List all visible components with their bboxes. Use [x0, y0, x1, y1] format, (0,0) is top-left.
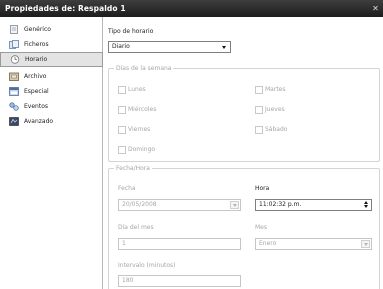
checkbox-martes[interactable]: Martes: [255, 85, 286, 94]
sidebar-item-label: Ficheros: [24, 41, 49, 48]
sidebar-item-label: Horario: [25, 56, 48, 63]
checkbox-sabado[interactable]: Sábado: [255, 125, 287, 134]
spinner-arrows-icon[interactable]: [363, 201, 370, 209]
category-sidebar: Genérico Ficheros Horario Archivo Especi…: [0, 17, 103, 289]
interval-field[interactable]: 180: [118, 275, 241, 287]
archive-icon: [9, 72, 19, 81]
sidebar-item-horario[interactable]: Horario: [0, 52, 103, 67]
datetime-group-title: Fecha/Hora: [114, 164, 152, 173]
special-icon: [9, 87, 19, 96]
schedule-type-value: Diario: [112, 43, 130, 50]
date-picker[interactable]: 20/05/2008: [118, 199, 241, 211]
sidebar-item-generico[interactable]: Genérico: [0, 22, 103, 37]
checkbox-viernes[interactable]: Viernes: [118, 125, 150, 134]
page-icon: [10, 25, 18, 34]
chevron-down-icon: [230, 201, 239, 209]
sidebar-item-label: Avanzado: [24, 118, 54, 125]
checkbox-label: Miércoles: [128, 106, 157, 113]
day-of-month-value: 1: [122, 240, 126, 247]
month-label: Mes: [255, 224, 267, 231]
month-value: Enero: [259, 240, 277, 247]
time-spinner[interactable]: 11:02:32 p.m.: [255, 199, 372, 211]
schedule-type-select[interactable]: Diario: [108, 41, 231, 53]
sidebar-item-especial[interactable]: Especial: [0, 84, 103, 99]
sidebar-item-label: Genérico: [24, 26, 51, 33]
time-value: 11:02:32 p.m.: [259, 201, 302, 208]
weekdays-group-title: Días de la semana: [114, 64, 174, 73]
checkbox-lunes[interactable]: Lunes: [118, 85, 146, 94]
chevron-down-icon: [361, 240, 370, 248]
sidebar-item-label: Archivo: [24, 73, 47, 80]
datetime-group: Fecha/Hora Fecha 20/05/2008 Hora 11:02:3…: [108, 164, 380, 289]
clock-icon: [10, 55, 20, 64]
advanced-icon: [9, 117, 19, 126]
sidebar-item-label: Eventos: [24, 103, 48, 110]
files-icon: [9, 40, 19, 49]
day-of-month-label: Día del mes: [118, 224, 154, 231]
checkbox-label: Martes: [265, 86, 286, 93]
sidebar-item-label: Especial: [24, 88, 49, 95]
interval-label: Intervalo (minutos): [118, 262, 176, 269]
schedule-panel: Tipo de horario Diario Días de la semana…: [104, 17, 383, 289]
sidebar-item-avanzado[interactable]: Avanzado: [0, 114, 103, 129]
checkbox-label: Jueves: [265, 106, 285, 113]
window-titlebar: Propiedades de: Respaldo 1 ✕: [0, 0, 383, 17]
weekdays-group: Días de la semana Lunes Martes Miércoles…: [108, 64, 380, 162]
checkbox-jueves[interactable]: Jueves: [255, 105, 285, 114]
month-select[interactable]: Enero: [255, 238, 372, 250]
day-of-month-field[interactable]: 1: [118, 238, 241, 250]
date-label: Fecha: [118, 185, 136, 192]
events-icon: [9, 102, 19, 111]
date-value: 20/05/2008: [122, 201, 157, 208]
checkbox-miercoles[interactable]: Miércoles: [118, 105, 156, 114]
interval-value: 180: [122, 277, 134, 284]
checkbox-label: Sábado: [265, 126, 288, 133]
checkbox-label: Lunes: [128, 86, 146, 93]
checkbox-domingo[interactable]: Domingo: [118, 145, 155, 154]
sidebar-item-archivo[interactable]: Archivo: [0, 69, 103, 84]
time-label: Hora: [255, 185, 270, 192]
checkbox-label: Domingo: [128, 146, 156, 153]
sidebar-item-eventos[interactable]: Eventos: [0, 99, 103, 114]
chevron-down-icon: [220, 43, 229, 51]
close-button[interactable]: ✕: [370, 3, 381, 14]
schedule-type-label: Tipo de horario: [108, 28, 154, 35]
window-title: Propiedades de: Respaldo 1: [5, 4, 126, 13]
close-icon: ✕: [372, 4, 379, 13]
sidebar-item-ficheros[interactable]: Ficheros: [0, 37, 103, 52]
checkbox-label: Viernes: [128, 126, 151, 133]
